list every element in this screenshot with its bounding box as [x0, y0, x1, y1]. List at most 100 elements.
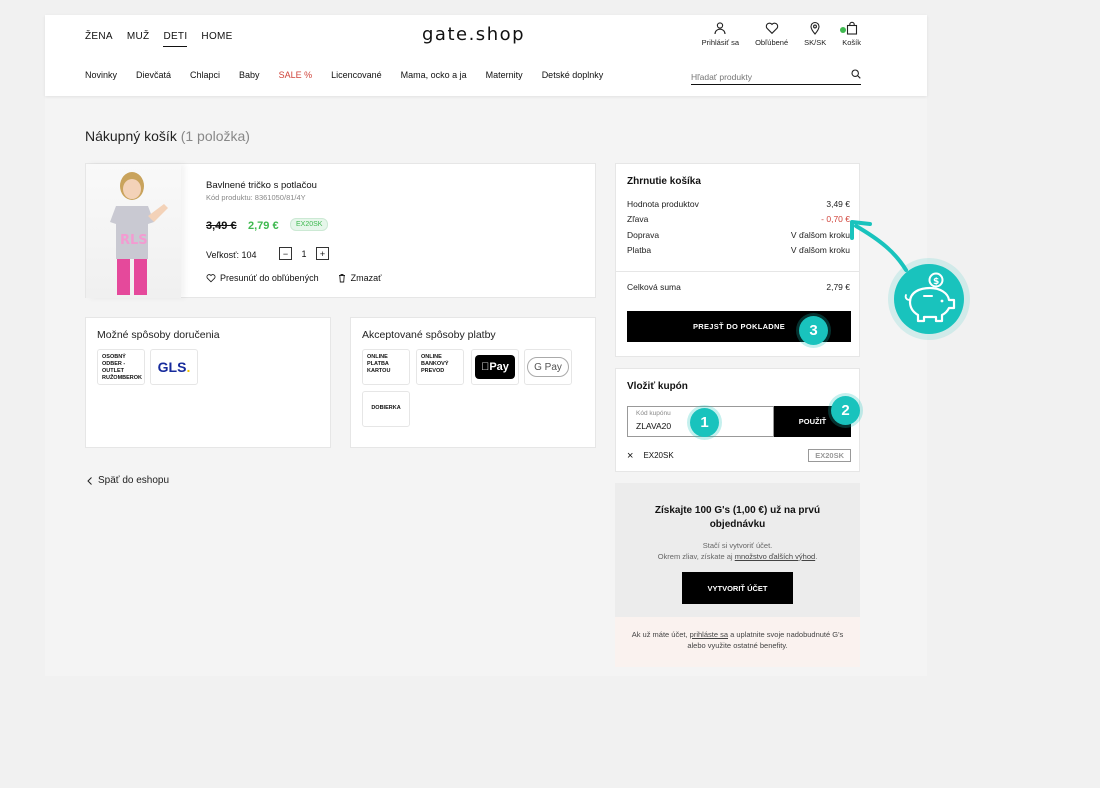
search-input[interactable]	[691, 69, 841, 85]
category-novinky[interactable]: Novinky	[85, 70, 117, 80]
location-icon	[810, 21, 820, 35]
quantity-stepper: − 1 +	[279, 247, 329, 260]
top-nav-zena[interactable]: ŽENA	[85, 31, 113, 47]
summary-row-total: Celková suma 2,79 €	[627, 282, 850, 292]
summary-label: Platba	[627, 245, 652, 255]
promo-benefits-link[interactable]: množstvo ďalších výhod	[735, 552, 815, 561]
gls-logo: GLS	[157, 358, 187, 375]
promo-sub-end: .	[815, 551, 818, 561]
category-licencovane[interactable]: Licencované	[331, 70, 382, 80]
applied-coupon: × EX20SK EX20SK	[627, 449, 851, 462]
delivery-pickup: OSOBNÝ ODBER - OUTLET RUŽOMBEROK	[97, 349, 145, 385]
category-nav: Novinky Dievčatá Chlapci Baby SALE % Lic…	[85, 70, 622, 80]
login-link[interactable]: Prihlásiť sa	[702, 21, 739, 47]
promo-footer-1: Ak už máte účet,	[631, 630, 688, 639]
step-badge-2: 2	[831, 396, 860, 425]
region-link[interactable]: SK/SK	[804, 21, 826, 47]
promo-footer: Ak už máte účet, prihláste sa a uplatnit…	[615, 617, 860, 667]
discount-badge: EX20SK	[290, 218, 329, 231]
heart-icon	[206, 274, 216, 283]
top-nav-muz[interactable]: MUŽ	[127, 31, 150, 47]
search-bar	[691, 67, 861, 85]
cart-link[interactable]: Košík	[840, 21, 861, 47]
page: ŽENA MUŽ DETI HOME gate.shop Prihlásiť s…	[45, 15, 927, 676]
payment-methods: Akceptované spôsoby platby ONLINE PLATBA…	[350, 317, 596, 448]
summary-label: Zľava	[627, 214, 649, 224]
payment-title: Akceptované spôsoby platby	[362, 329, 496, 341]
page-title-count: (1 položka)	[180, 128, 250, 144]
move-to-favorites-button[interactable]: Presunúť do obľúbených	[206, 273, 319, 283]
delivery-gls: GLS.	[150, 349, 198, 385]
create-account-button[interactable]: VYTVORIŤ ÚČET	[682, 572, 793, 604]
logo[interactable]: gate.shop	[422, 24, 525, 45]
favorites-label: Obľúbené	[755, 38, 789, 47]
header-icons: Prihlásiť sa Obľúbené SK/SK Košík	[686, 21, 861, 47]
category-mama-ocko[interactable]: Mama, ocko a ja	[401, 70, 467, 80]
payment-transfer: ONLINE BANKOVÝ PREVOD	[416, 349, 464, 385]
back-to-shop-label: Späť do eshopu	[98, 475, 170, 486]
category-baby[interactable]: Baby	[239, 70, 260, 80]
delivery-title: Možné spôsoby doručenia	[97, 329, 220, 341]
category-sale[interactable]: SALE %	[279, 70, 313, 80]
quantity-minus-button[interactable]: −	[279, 247, 292, 260]
promo-heading: Získajte 100 G's (1,00 €) už na prvú obj…	[654, 505, 821, 530]
summary-row-shipping: Doprava V ďalšom kroku	[627, 230, 850, 240]
cart-label: Košík	[842, 38, 861, 47]
trash-icon	[338, 274, 345, 283]
coupon-title: Vložiť kupón	[627, 381, 688, 392]
summary-divider	[616, 271, 859, 272]
delivery-methods: Možné spôsoby doručenia OSOBNÝ ODBER - O…	[85, 317, 331, 448]
payment-cod: DOBIERKA	[362, 391, 410, 427]
user-icon	[714, 22, 726, 35]
back-to-shop-link[interactable]: Späť do eshopu	[85, 475, 169, 486]
promo-subtext: Stačí si vytvoriť účet. Okrem zliav, zís…	[625, 541, 850, 562]
chevron-left-icon	[87, 476, 92, 485]
summary-row-products: Hodnota produktov 3,49 €	[627, 199, 850, 209]
step-badge-3: 3	[799, 316, 828, 345]
remove-coupon-button[interactable]: ×	[627, 450, 633, 462]
product-name[interactable]: Bavlnené tričko s potlačou	[206, 180, 317, 191]
apple-icon: 	[481, 360, 489, 374]
total-label: Celková suma	[627, 282, 681, 292]
new-price: 2,79 €	[248, 220, 279, 232]
svg-text:$: $	[933, 277, 939, 287]
favorites-link[interactable]: Obľúbené	[755, 21, 788, 47]
product-image[interactable]: RLS	[86, 164, 181, 298]
cart-icon	[846, 21, 857, 35]
product-code: Kód produktu: 8361050/81/4Y	[206, 193, 306, 202]
product-size: Veľkosť: 104	[206, 250, 257, 260]
search-icon[interactable]	[851, 69, 861, 79]
category-maternity[interactable]: Maternity	[486, 70, 523, 80]
category-chlapci[interactable]: Chlapci	[190, 70, 220, 80]
summary-title: Zhrnutie košíka	[627, 176, 701, 187]
old-price: 3,49 €	[206, 220, 237, 232]
payment-apple-pay: Pay	[471, 349, 519, 385]
login-link-promo[interactable]: prihláste sa	[690, 630, 728, 639]
category-doplnky[interactable]: Detské doplnky	[542, 70, 604, 80]
move-to-favorites-label: Presunúť do obľúbených	[220, 273, 319, 283]
region-label: SK/SK	[804, 38, 827, 47]
promo-sub1: Stačí si vytvoriť účet.	[702, 541, 773, 550]
login-label: Prihlásiť sa	[701, 38, 740, 47]
category-dievcata[interactable]: Dievčatá	[136, 70, 171, 80]
page-title: Nákupný košík (1 položka)	[85, 128, 250, 144]
header: ŽENA MUŽ DETI HOME gate.shop Prihlásiť s…	[45, 15, 927, 96]
coupon-input-label: Kód kupónu	[636, 410, 671, 417]
top-nav-deti[interactable]: DETI	[163, 31, 188, 47]
apple-pay-text: Pay	[485, 360, 509, 373]
apple-pay-logo: Pay	[475, 355, 515, 379]
promo-sub2: Okrem zliav, získate aj	[657, 551, 733, 561]
quantity-value[interactable]: 1	[292, 249, 316, 259]
loyalty-promo: Získajte 100 G's (1,00 €) už na prvú obj…	[615, 483, 860, 667]
summary-row-payment: Platba V ďalšom kroku	[627, 245, 850, 255]
top-nav-home[interactable]: HOME	[201, 31, 232, 47]
delete-item-label: Zmazať	[350, 273, 382, 283]
summary-label: Hodnota produktov	[627, 199, 699, 209]
applied-coupon-code: EX20SK	[643, 451, 674, 460]
google-pay-logo: G Pay	[527, 357, 569, 377]
quantity-plus-button[interactable]: +	[316, 247, 329, 260]
svg-text:RLS: RLS	[120, 233, 148, 248]
summary-value: 3,49 €	[826, 199, 850, 209]
summary-row-discount: Zľava - 0,70 €	[627, 214, 850, 224]
delete-item-button[interactable]: Zmazať	[337, 273, 382, 283]
